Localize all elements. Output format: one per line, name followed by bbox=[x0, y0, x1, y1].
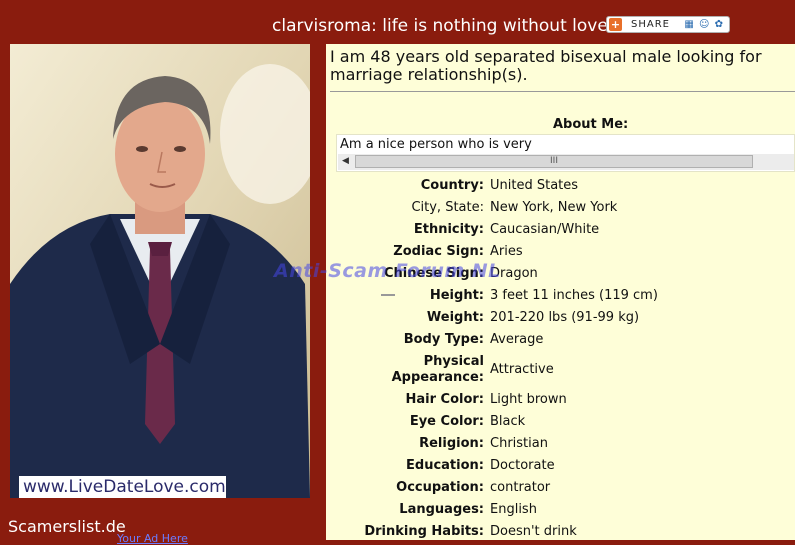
watermark: Anti-Scam Forum NL bbox=[274, 260, 501, 282]
share-services-icon: ▦ ☺ ✿ bbox=[684, 19, 724, 30]
field-label: Religion: bbox=[419, 436, 484, 451]
scroll-thumb[interactable]: III bbox=[355, 155, 753, 168]
dash-mark bbox=[381, 294, 395, 296]
profile-photo bbox=[10, 44, 310, 498]
about-text: Am a nice person who is very bbox=[340, 137, 532, 152]
profile-headline: I am 48 years old separated bisexual mal… bbox=[330, 47, 762, 84]
field-label: Body Type: bbox=[403, 332, 484, 347]
field-value: Aries bbox=[490, 244, 523, 259]
field-value: Caucasian/White bbox=[490, 222, 600, 237]
plus-icon: + bbox=[609, 18, 622, 31]
profile-panel: I am 48 years old separated bisexual mal… bbox=[326, 44, 795, 540]
field-label: Drinking Habits: bbox=[364, 524, 484, 539]
divider bbox=[330, 91, 795, 92]
field-value: contrator bbox=[490, 480, 551, 495]
field-value: United States bbox=[490, 178, 579, 193]
field-value: 3 feet 11 inches (119 cm) bbox=[490, 288, 658, 303]
field-value: Doesn't drink bbox=[490, 524, 577, 539]
field-value: Average bbox=[490, 332, 544, 347]
field-label: Weight: bbox=[426, 310, 484, 325]
field-value: English bbox=[490, 502, 537, 517]
field-label: Country: bbox=[420, 178, 484, 193]
field-value: Doctorate bbox=[490, 458, 555, 473]
field-label: Ethnicity: bbox=[413, 222, 484, 237]
field-label: Height: bbox=[429, 288, 484, 303]
field-label: Eye Color: bbox=[409, 414, 484, 429]
field-value: Black bbox=[490, 414, 526, 429]
horizontal-scrollbar[interactable]: ◀ III bbox=[338, 154, 794, 170]
header-title: clarvisroma: life is nothing without lov… bbox=[272, 16, 608, 36]
portrait-image bbox=[10, 44, 310, 498]
field-value: 201-220 lbs (91-99 kg) bbox=[490, 310, 640, 325]
site-name: Scamerslist.de bbox=[8, 517, 126, 536]
share-button[interactable]: + SHARE ▦ ☺ ✿ bbox=[606, 16, 730, 33]
field-label: Occupation: bbox=[396, 480, 484, 495]
field-label: City, State: bbox=[411, 200, 484, 215]
photo-caption: www.LiveDateLove.com bbox=[19, 476, 226, 498]
field-label: Physical Appearance: bbox=[391, 354, 484, 385]
share-label: SHARE bbox=[631, 19, 670, 30]
field-label: Hair Color: bbox=[405, 392, 484, 407]
ad-link[interactable]: Your Ad Here bbox=[117, 532, 188, 545]
about-textarea[interactable]: Am a nice person who is very ◀ III bbox=[336, 134, 795, 172]
field-label: Languages: bbox=[399, 502, 484, 517]
scroll-left-icon[interactable]: ◀ bbox=[342, 156, 349, 166]
field-value: Attractive bbox=[490, 362, 554, 377]
field-value: Light brown bbox=[490, 392, 567, 407]
field-value: Christian bbox=[490, 436, 548, 451]
field-label: Education: bbox=[406, 458, 484, 473]
about-title: About Me: bbox=[553, 117, 629, 132]
field-label: Zodiac Sign: bbox=[393, 244, 484, 259]
field-value: New York, New York bbox=[490, 200, 618, 215]
